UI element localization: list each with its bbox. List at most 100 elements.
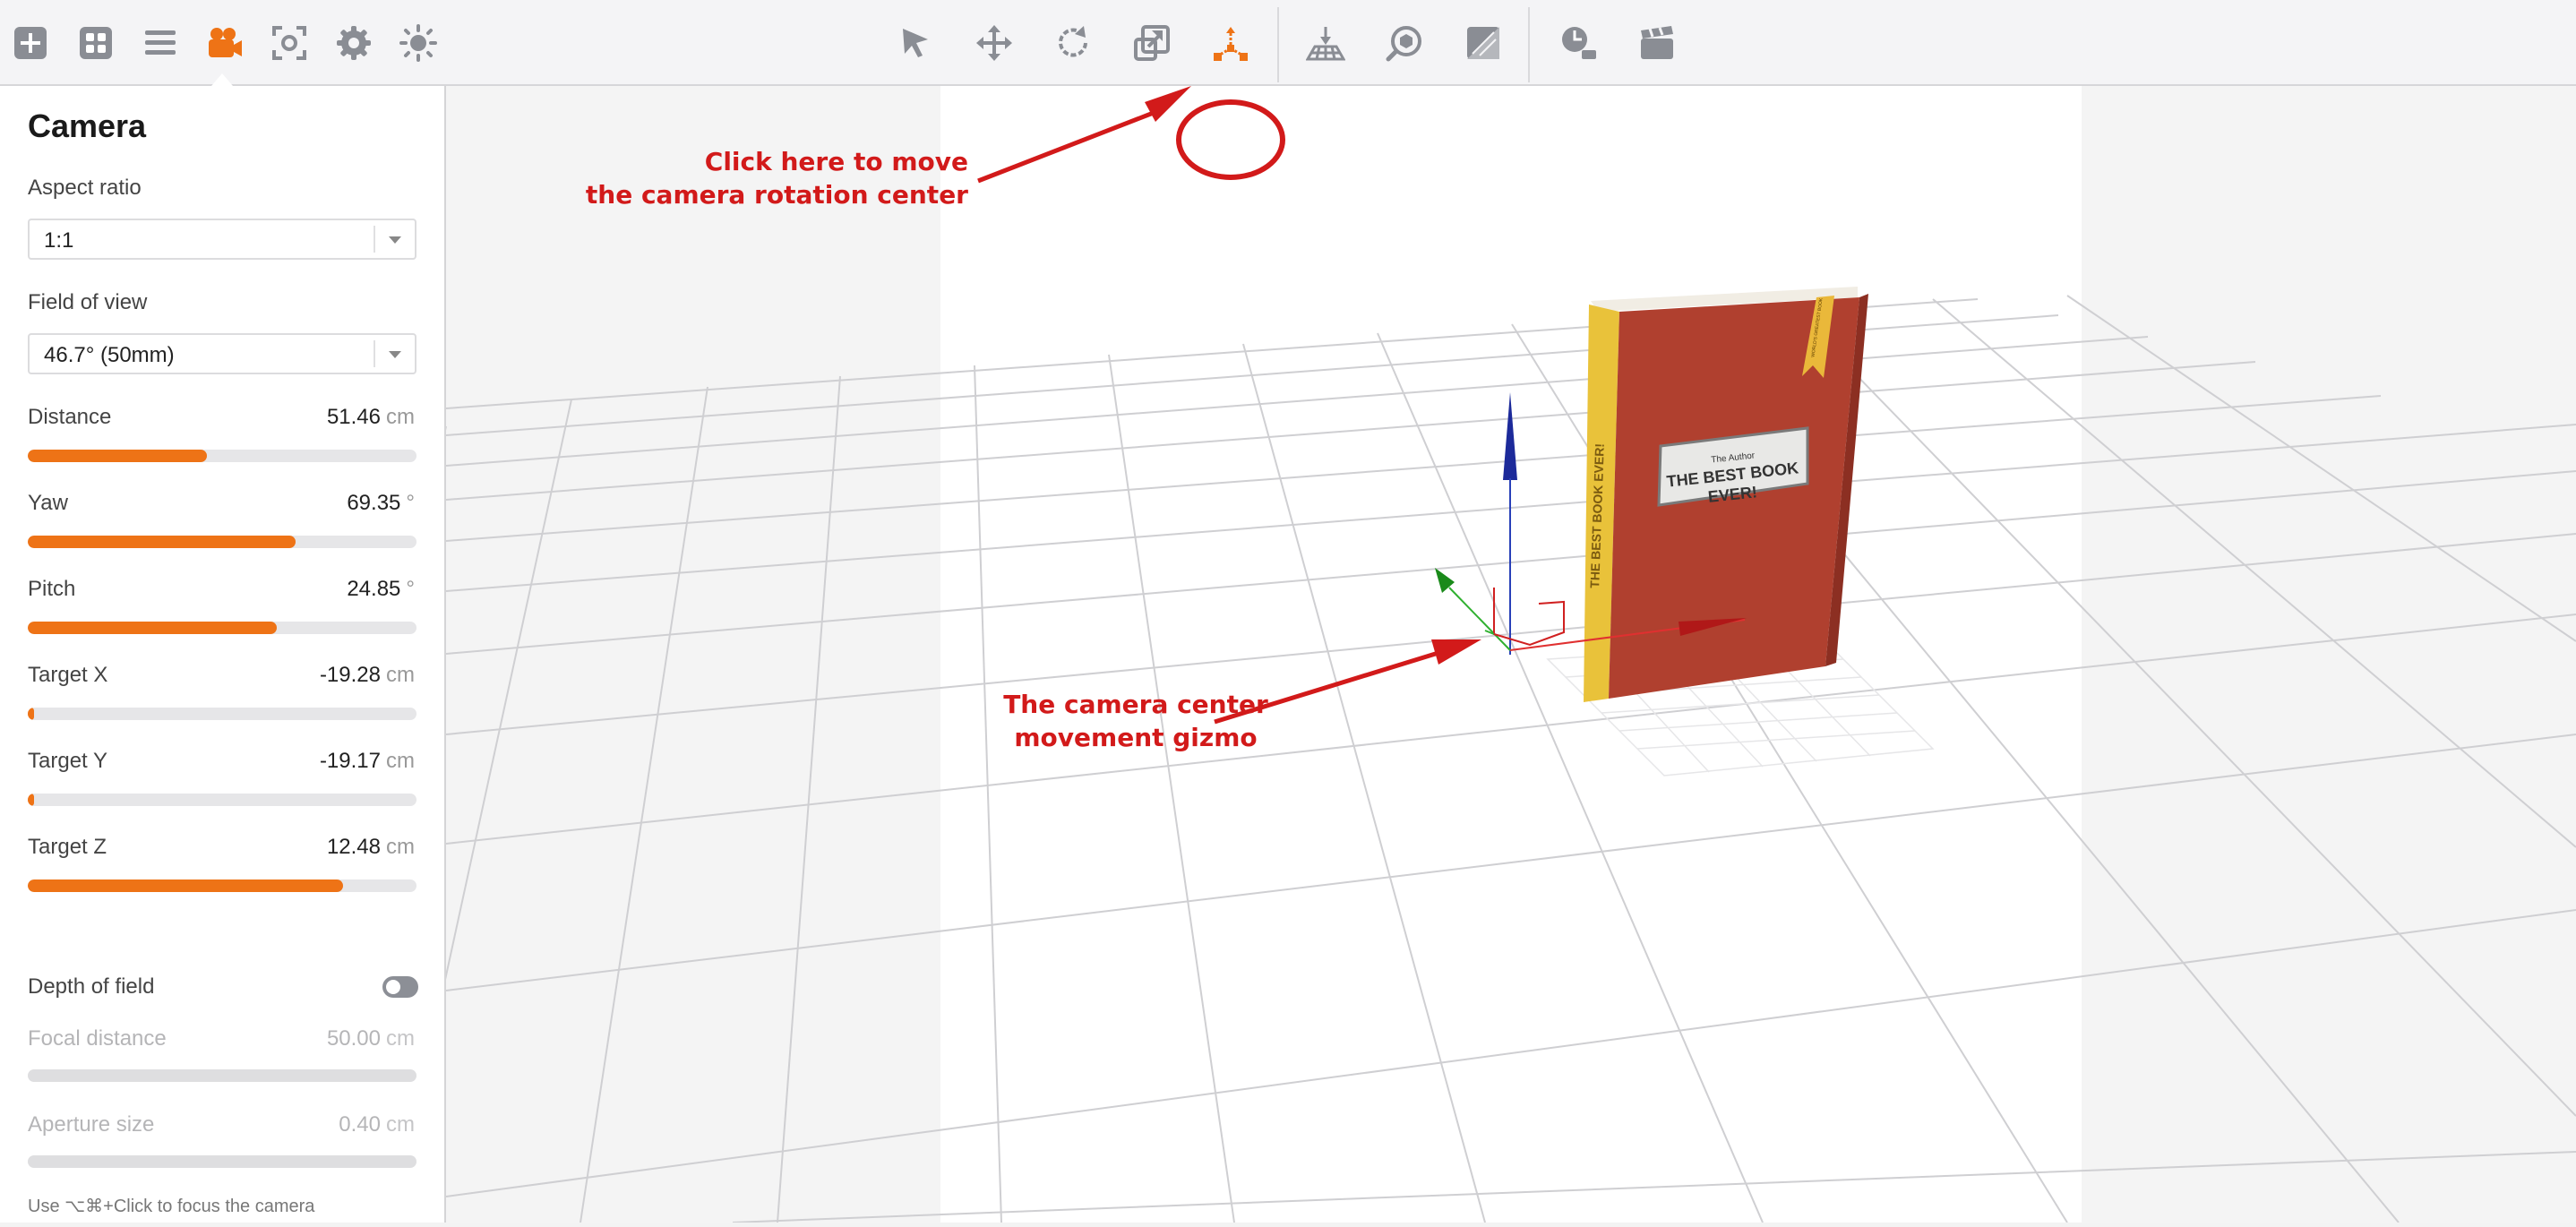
target-y-label: Target Y [28,749,107,773]
target-x-number: -19.28 [319,663,381,687]
rotate-tool-button[interactable] [1046,16,1100,70]
camera-tab-button[interactable] [198,16,252,70]
settings-button[interactable] [327,16,381,70]
pitch-label: Pitch [28,577,76,601]
material-icon [1467,27,1499,59]
distance-slider[interactable] [28,450,416,462]
layout-button[interactable] [69,16,123,70]
target-x-slider-fill [28,708,34,720]
depth-of-field-toggle[interactable] [382,976,418,998]
target-z-slider[interactable] [28,879,416,892]
yaw-value: 69.35 ° [347,491,415,516]
yaw-label: Yaw [28,491,68,515]
book-model[interactable]: The Author THE BEST BOOK EVER! THE BEST … [1584,287,1868,702]
gear-icon [337,26,371,60]
depth-of-field-label: Depth of field [28,974,155,999]
select-cursor-icon [903,29,928,57]
annotation-top-line2: the camera rotation center [585,180,968,210]
layers-button[interactable] [133,16,187,70]
rotate-icon [1059,26,1087,57]
target-x-label: Target X [28,663,108,687]
ground-plane-button[interactable] [1299,16,1352,70]
annotation-bottom-line2: movement gizmo [1014,723,1258,752]
aspect-ratio-select[interactable]: 1:1 [28,219,416,260]
sun-icon [399,24,437,62]
toolbar-separator [1528,7,1530,82]
camera-center-move-icon [1214,27,1248,61]
target-z-value: 12.48 cm [327,835,415,860]
yaw-unit: ° [406,491,415,515]
target-x-value: -19.28 cm [320,663,415,688]
yaw-slider[interactable] [28,536,416,548]
pitch-number: 24.85 [347,577,401,601]
animation-button[interactable] [1630,16,1684,70]
aperture-size-number: 0.40 [339,1112,381,1137]
orbit-view-icon [1386,26,1421,62]
camera-settings-panel: Camera Aspect ratio 1:1 Field of view 46… [0,86,446,1223]
field-of-view-select[interactable]: 46.7° (50mm) [28,333,416,374]
target-y-value: -19.17 cm [320,749,415,774]
ground-plane-icon [1306,27,1345,61]
target-z-number: 12.48 [326,835,381,859]
top-toolbar [0,0,2576,86]
pitch-slider-fill [28,622,277,634]
material-button[interactable] [1456,16,1510,70]
yaw-number: 69.35 [347,491,401,515]
select-divider [374,226,375,253]
field-of-view-value: 46.7° (50mm) [44,343,175,367]
select-divider [374,340,375,367]
pitch-unit: ° [406,577,415,601]
viewport-scene: The Author THE BEST BOOK EVER! THE BEST … [266,86,2576,1223]
target-z-unit: cm [386,835,415,859]
layout-grid-icon [80,27,112,59]
3d-viewport[interactable]: The Author THE BEST BOOK EVER! THE BEST … [266,86,2576,1223]
target-x-slider[interactable] [28,708,416,720]
aperture-size-unit: cm [386,1112,415,1137]
target-y-slider-fill [28,794,34,806]
camera-icon [209,28,242,57]
select-tool-button[interactable] [889,16,942,70]
focal-distance-slider [28,1069,416,1082]
add-icon [14,27,47,59]
focal-distance-label: Focal distance [28,1026,167,1051]
timer-icon [1562,27,1596,59]
timeline-button[interactable] [1551,16,1605,70]
focal-distance-unit: cm [386,1026,415,1051]
yaw-slider-fill [28,536,296,548]
active-tab-indicator [211,73,233,86]
distance-value: 51.46 cm [327,405,415,430]
lighting-button[interactable] [391,16,445,70]
camera-center-move-button[interactable] [1204,16,1258,70]
move-arrows-icon [976,25,1012,61]
target-y-number: -19.17 [319,749,381,773]
aspect-ratio-value: 1:1 [44,228,74,253]
aperture-size-label: Aperture size [28,1112,155,1137]
scale-tool-button[interactable] [1125,16,1179,70]
pitch-slider[interactable] [28,622,416,634]
field-of-view-label: Field of view [28,290,148,314]
chevron-down-icon [389,236,401,244]
annotation-top-text: Click here to move the camera rotation c… [446,145,968,211]
add-button[interactable] [4,16,57,70]
focal-distance-value: 50.00 cm [327,1026,415,1051]
clapperboard-icon [1641,26,1673,59]
target-y-unit: cm [386,749,415,773]
aperture-size-value: 0.40 cm [339,1112,415,1137]
move-tool-button[interactable] [967,16,1021,70]
orbit-view-button[interactable] [1378,16,1431,70]
frame-capture-button[interactable] [262,16,316,70]
toolbar-separator [1277,7,1279,82]
focal-distance-number: 50.00 [326,1026,381,1051]
target-z-slider-fill [28,879,343,892]
annotation-bottom-text: The camera center movement gizmo [894,688,1378,754]
toggle-knob [386,980,400,994]
distance-label: Distance [28,405,112,429]
chevron-down-icon [389,351,401,358]
panel-title: Camera [28,107,147,144]
pitch-value: 24.85 ° [347,577,415,602]
target-y-slider[interactable] [28,794,416,806]
aspect-ratio-label: Aspect ratio [28,176,142,200]
focus-hint: Use ⌥⌘+Click to focus the camera [28,1197,315,1216]
aperture-size-slider [28,1155,416,1168]
annotation-top-line1: Click here to move [704,147,968,176]
